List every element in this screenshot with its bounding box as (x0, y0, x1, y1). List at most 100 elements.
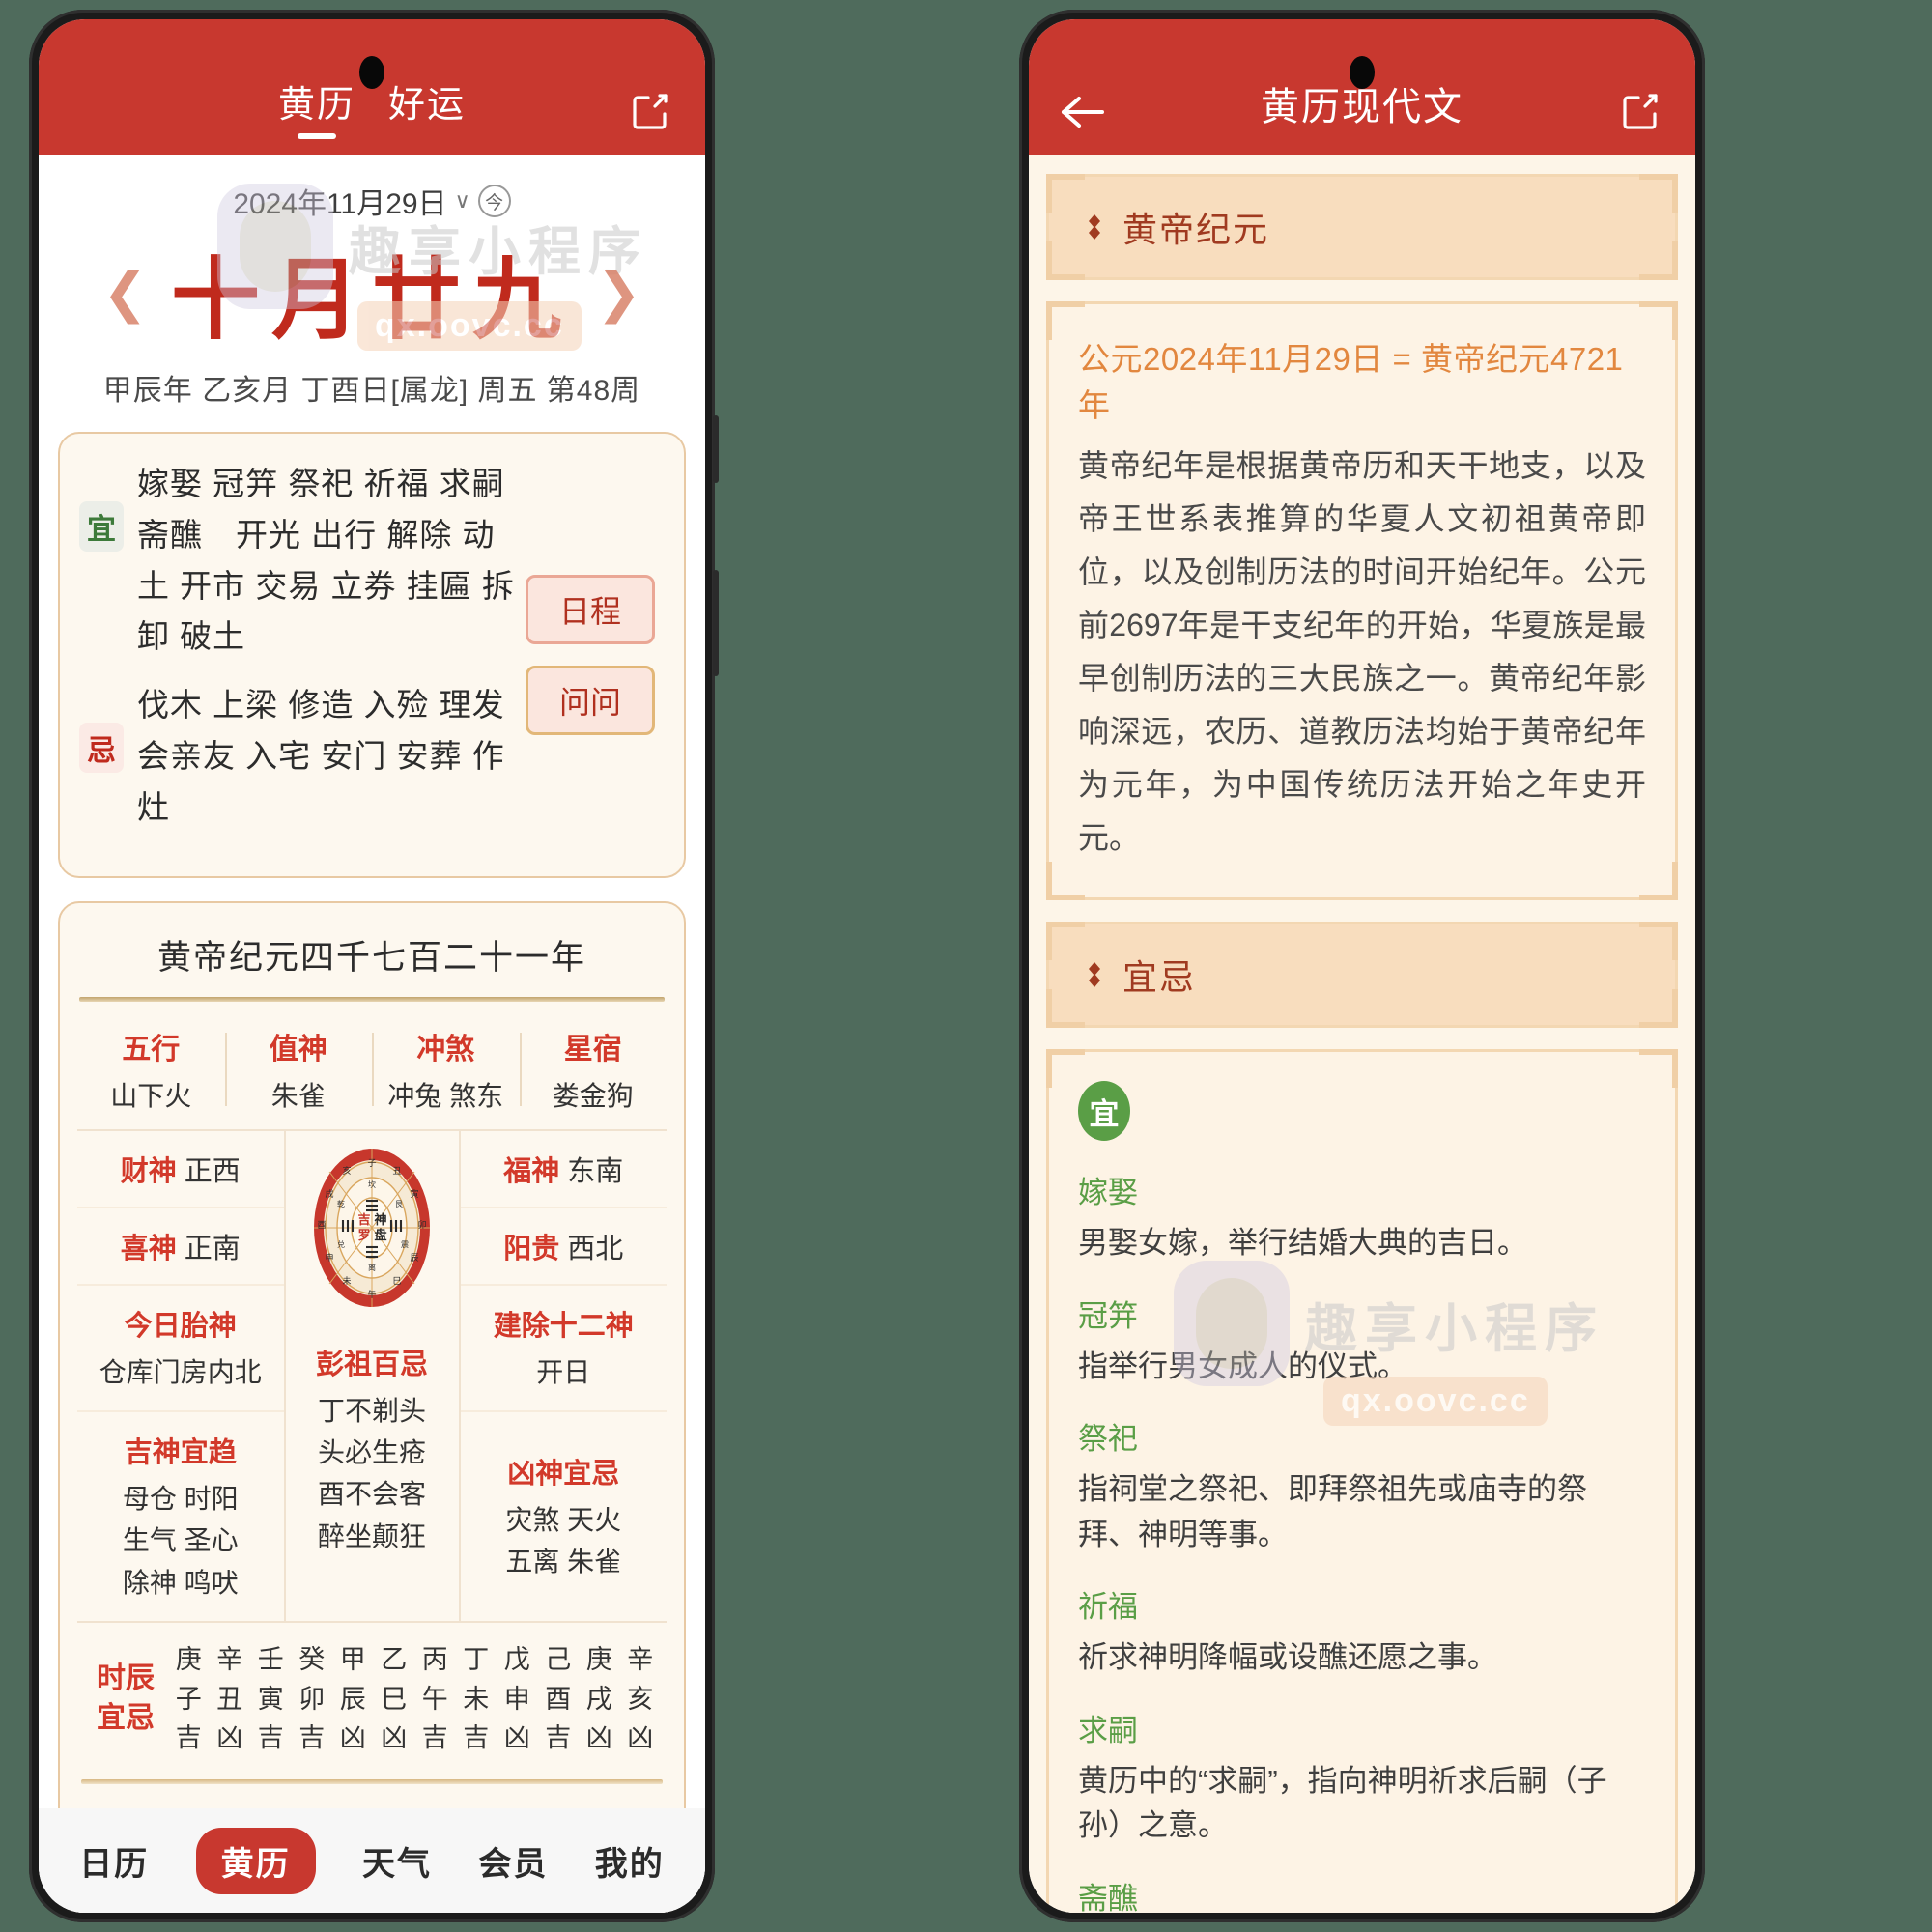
today-button[interactable]: 今 (477, 185, 511, 217)
tabbar-item-huangli-label: 黄历 (220, 1845, 291, 1883)
ask-button-label: 问问 (558, 684, 621, 720)
jianchu-value: 开日 (536, 1356, 591, 1387)
diamond-icon-yiji (1082, 962, 1107, 988)
shichen-stem: 庚 (175, 1645, 202, 1675)
share-icon-right[interactable] (1618, 89, 1662, 133)
jishen-label: 吉神宜趋 (124, 1436, 237, 1468)
huangdi-era-title: 黄帝纪元四千七百二十一年 (156, 938, 586, 977)
ji-badge: 忌 (79, 723, 124, 774)
shichen-stem: 丁 (463, 1645, 490, 1675)
date-selector-row[interactable]: 2024年11月29日 ∨ 今 (39, 155, 705, 222)
cell-fushen: 福神 东南 (461, 1131, 668, 1207)
yiji-card: 宜 嫁娶 冠笄 祭祀 祈福 求嗣 斋醮 开光 出行 解除 动土 开市 交易 立券… (58, 432, 686, 878)
shichen-column: 甲辰凶 (332, 1640, 374, 1758)
xiongshen-label: 凶神宜忌 (507, 1458, 620, 1490)
tabbar-item-weather-label: 天气 (361, 1845, 432, 1883)
era-equivalence-line: 公元2024年11月29日 = 黄帝纪元4721年 (1078, 341, 1624, 423)
svg-text:震: 震 (401, 1240, 409, 1249)
shichen-luck: 吉 (463, 1723, 490, 1753)
yi-badge-right-label: 宜 (1089, 1096, 1120, 1131)
shichen-branch: 子 (175, 1684, 202, 1714)
schedule-button-label: 日程 (558, 593, 621, 629)
shichen-head: 时辰 宜忌 (83, 1660, 168, 1738)
shichen-stem: 甲 (339, 1645, 366, 1675)
tabbar-item-member[interactable]: 会员 (478, 1837, 548, 1885)
four-attribute-row: 五行 山下火 值神 朱雀 冲煞 冲兔 煞东 星宿 娄金狗 (77, 1011, 667, 1129)
cell-caishen: 财神 正西 (77, 1131, 284, 1207)
tabbar-item-huangli[interactable]: 黄历 (195, 1827, 316, 1894)
cell-xishen: 喜神 正南 (77, 1206, 284, 1284)
back-arrow-icon[interactable] (1058, 89, 1108, 133)
tabbar-item-calendar[interactable]: 日历 (79, 1837, 149, 1885)
yi-badge: 宜 (79, 501, 124, 552)
chevron-down-icon[interactable]: ∨ (455, 188, 470, 213)
shichen-luck: 吉 (298, 1723, 326, 1753)
device-side-button-power (713, 570, 719, 676)
svg-text:神: 神 (374, 1212, 386, 1227)
svg-text:巳: 巳 (392, 1276, 401, 1286)
svg-text:辰: 辰 (410, 1253, 418, 1263)
yi-row[interactable]: 宜 嫁娶 冠笄 祭祀 祈福 求嗣 斋醮 开光 出行 解除 动土 开市 交易 立券… (79, 459, 520, 663)
section-title-huangdi: 黄帝纪元 (1122, 210, 1270, 249)
attribute-wuxing-value: 山下火 (110, 1080, 192, 1111)
svg-text:离: 离 (368, 1263, 376, 1272)
shichen-columns: 庚子吉辛丑凶壬寅吉癸卯吉甲辰凶乙巳凶丙午吉丁未吉戊申凶己酉吉庚戌凶辛亥凶 (168, 1640, 661, 1758)
left-phone-device: 黄历 好运 趣享小程序 qx.oovc.cc 2024年11月29日 ∨ 今 ❮… (29, 10, 719, 1922)
tabbar-item-mine[interactable]: 我的 (595, 1837, 665, 1885)
tab-huangli-label: 黄历 (277, 85, 355, 126)
ask-button[interactable]: 问问 (526, 665, 655, 735)
shichen-luck: 吉 (545, 1723, 572, 1753)
shichen-head-line1: 时辰 (97, 1662, 155, 1695)
svg-text:亥: 亥 (342, 1165, 351, 1176)
xiongshen-value: 灾煞 天火 五离 朱雀 (505, 1504, 622, 1577)
luopan-compass-icon[interactable]: 子丑 寅卯 辰巳 午未 申酉 戌亥 坎艮 震 离 兑 乾 吉 罗 神 盘 (291, 1147, 453, 1309)
shichen-luck: 凶 (503, 1723, 530, 1753)
schedule-button[interactable]: 日程 (526, 574, 655, 644)
cell-jishen: 吉神宜趋 母仓 时阳 生气 圣心 除神 鸣吠 (77, 1409, 284, 1621)
shichen-column: 丙午吉 (414, 1640, 456, 1758)
jianchu-label: 建除十二神 (493, 1310, 634, 1342)
svg-text:寅: 寅 (410, 1188, 418, 1199)
shichen-stem: 丙 (421, 1645, 448, 1675)
shichen-column: 辛丑凶 (210, 1640, 251, 1758)
svg-text:丑: 丑 (392, 1166, 401, 1176)
ji-row[interactable]: 忌 伐木 上梁 修造 入殓 理发 会亲友 入宅 安门 安葬 作灶 (79, 680, 520, 833)
yi-badge-right: 宜 (1078, 1081, 1130, 1142)
section-title-yiji: 宜忌 (1122, 957, 1197, 998)
yiji-entry-name: 祭祀 (1078, 1422, 1138, 1457)
svg-text:子: 子 (367, 1158, 376, 1168)
cell-jianchu: 建除十二神 开日 (460, 1283, 667, 1410)
yiji-entry-name: 祈福 (1078, 1590, 1138, 1625)
attribute-wuxing-label: 五行 (122, 1033, 181, 1065)
shichen-branch: 寅 (257, 1684, 284, 1714)
ornament-left-icon: ❮ (102, 261, 148, 323)
tabbar-item-weather[interactable]: 天气 (362, 1837, 432, 1885)
caishen-label: 财神 (120, 1155, 177, 1187)
tab-huangli[interactable]: 黄历 (278, 74, 355, 139)
tabbar-item-mine-label: 我的 (594, 1845, 665, 1883)
ji-words: 伐木 上梁 修造 入殓 理发 会亲友 入宅 安门 安葬 作灶 (137, 687, 505, 825)
section-body-yiji: 宜 嫁娶 男娶女嫁，举行结婚大典的吉日。 冠笄 指举行男女成人的仪式。 祭祀 指祠堂之祭祀… (1046, 1049, 1678, 1913)
svg-text:罗: 罗 (357, 1228, 370, 1242)
svg-text:卯: 卯 (417, 1220, 426, 1230)
tab-haoyun[interactable]: 好运 (388, 74, 466, 139)
attribute-zhishen-value: 朱雀 (270, 1080, 326, 1111)
fushen-value: 东南 (567, 1155, 624, 1187)
share-icon[interactable] (628, 89, 672, 133)
svg-text:申: 申 (325, 1252, 333, 1263)
shichen-luck: 凶 (216, 1723, 243, 1753)
shichen-head-line2: 宜忌 (97, 1701, 155, 1734)
attribute-xingxiu-label: 星宿 (563, 1033, 622, 1065)
shichen-branch: 酉 (545, 1684, 572, 1714)
caishen-value: 正西 (184, 1155, 241, 1187)
yiji-entry-name: 斋醮 (1078, 1881, 1138, 1913)
screenshot-stage: 黄历 好运 趣享小程序 qx.oovc.cc 2024年11月29日 ∨ 今 ❮… (0, 0, 1932, 1932)
left-phone-screen: 黄历 好运 趣享小程序 qx.oovc.cc 2024年11月29日 ∨ 今 ❮… (39, 19, 705, 1913)
attribute-zhishen-label: 值神 (269, 1033, 327, 1065)
attribute-chongsha-label: 冲煞 (416, 1033, 475, 1065)
xishen-value: 正南 (184, 1233, 241, 1264)
shichen-luck: 凶 (381, 1723, 408, 1753)
right-screen-body: 黄帝纪元 公元2024年11月29日 = 黄帝纪元4721年 黄帝纪年是根据黄帝… (1029, 155, 1695, 1913)
svg-text:艮: 艮 (395, 1200, 403, 1208)
section-header-huangdi: 黄帝纪元 (1046, 174, 1678, 280)
